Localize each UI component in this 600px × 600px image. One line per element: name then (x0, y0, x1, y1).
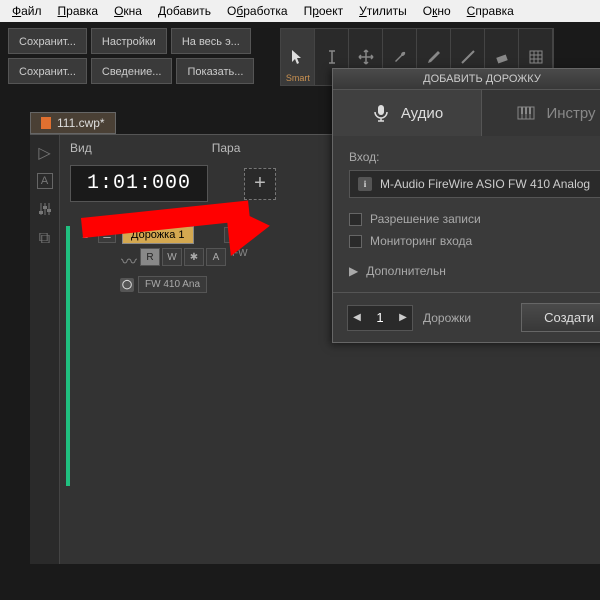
add-track-dialog: ДОБАВИТЬ ДОРОЖКУ Аудио Инстру Вход: i M-… (332, 68, 600, 343)
fullscreen-button[interactable]: На весь э... (171, 28, 251, 54)
menu-edit[interactable]: Правка (50, 2, 107, 20)
dialog-title: ДОБАВИТЬ ДОРОЖКУ (333, 69, 600, 90)
instrument-tab-label: Инстру (546, 105, 595, 122)
advanced-label: Дополнительн (366, 264, 446, 278)
input-value: M-Audio FireWire ASIO FW 410 Analog (380, 177, 590, 191)
rail-a-icon[interactable]: A (37, 173, 53, 189)
info-icon: i (358, 177, 372, 191)
count-decrement[interactable]: ◀ (348, 306, 366, 330)
advanced-expander[interactable]: ▶ Дополнительн (349, 264, 600, 278)
record-enable-label: Разрешение записи (370, 212, 481, 226)
grid-icon (528, 49, 544, 65)
output-label[interactable]: FW 410 Ana (138, 276, 207, 293)
read-button[interactable]: R (140, 248, 160, 266)
menu-add[interactable]: Добавить (150, 2, 219, 20)
left-rail: ▷ A ⧉ (30, 135, 60, 564)
input-monitor-label: Мониторинг входа (370, 234, 472, 248)
mixdown-button[interactable]: Сведение... (91, 58, 173, 84)
input-dropdown[interactable]: i M-Audio FireWire ASIO FW 410 Analog (349, 170, 600, 198)
track-settings-icon[interactable]: ☰ (98, 227, 116, 243)
menu-help[interactable]: Справка (459, 2, 522, 20)
time-display[interactable]: 1:01:000 (70, 165, 208, 202)
instrument-tab[interactable]: Инстру (482, 90, 600, 136)
rail-link-icon[interactable]: ⧉ (35, 229, 55, 249)
save-button-2[interactable]: Сохранит... (8, 58, 87, 84)
chevron-right-icon: ▶ (349, 264, 358, 278)
menu-project[interactable]: Проект (296, 2, 352, 20)
eraser-icon (494, 49, 510, 65)
audio-tab-label: Аудио (401, 105, 443, 122)
menu-file[interactable]: Файл (4, 2, 50, 20)
piano-icon (516, 103, 536, 123)
smart-tool-label: Smart (286, 73, 310, 83)
save-button-1[interactable]: Сохранит... (8, 28, 87, 54)
rail-play-icon[interactable]: ▷ (35, 143, 55, 163)
move-icon (358, 49, 374, 65)
create-button[interactable]: Создати (521, 303, 600, 332)
track-number: 1 (78, 229, 92, 241)
input-label: Вход: (349, 150, 600, 164)
line-icon (460, 49, 476, 65)
show-button[interactable]: Показать... (176, 58, 254, 84)
fw-indicator: FW (232, 248, 248, 272)
track-name-field[interactable]: Дорожка 1 (122, 226, 194, 244)
tracks-label: Дорожки (423, 311, 471, 325)
mute-button[interactable]: M (224, 227, 242, 243)
archive-button[interactable]: A (206, 248, 226, 266)
menu-process[interactable]: Обработка (219, 2, 296, 20)
output-info-icon[interactable]: ◯ (120, 278, 134, 292)
count-value[interactable]: 1 (366, 310, 394, 325)
menu-window[interactable]: Окно (415, 2, 459, 20)
record-enable-checkbox[interactable] (349, 213, 362, 226)
document-title: 111.cwp* (57, 116, 105, 130)
view-label[interactable]: Вид (70, 141, 92, 155)
rail-fader-icon[interactable] (35, 199, 55, 219)
settings-button[interactable]: Настройки (91, 28, 167, 54)
freeze-button[interactable]: ✱ (184, 248, 204, 266)
document-icon (41, 117, 51, 129)
menubar: Файл Правка Окна Добавить Обработка Прое… (0, 0, 600, 22)
input-monitor-checkbox[interactable] (349, 235, 362, 248)
smart-tool[interactable]: Smart (281, 29, 315, 85)
cursor-icon (290, 49, 306, 65)
wrench-icon (392, 49, 408, 65)
audio-tab[interactable]: Аудио (333, 90, 482, 136)
microphone-icon (371, 103, 391, 123)
menu-windows[interactable]: Окна (106, 2, 150, 20)
params-label[interactable]: Пара (212, 141, 241, 155)
count-increment[interactable]: ▶ (394, 306, 412, 330)
add-track-plus-button[interactable]: + (244, 168, 276, 200)
track-count-spinner: ◀ 1 ▶ (347, 305, 413, 331)
ibeam-icon (324, 49, 340, 65)
document-tab[interactable]: 111.cwp* (30, 112, 116, 134)
pencil-icon (426, 49, 442, 65)
write-button[interactable]: W (162, 248, 182, 266)
menu-utilities[interactable]: Утилиты (351, 2, 415, 20)
